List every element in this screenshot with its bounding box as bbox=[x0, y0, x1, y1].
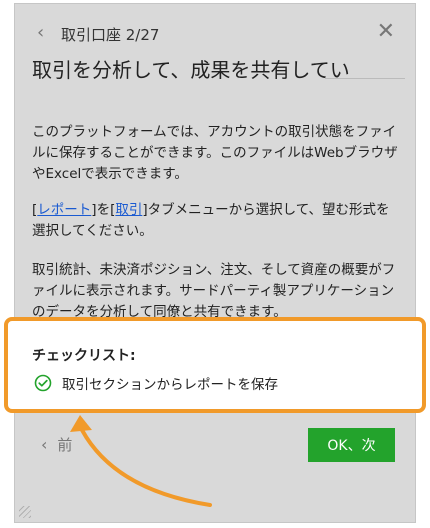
chevron-left-icon: ‹ bbox=[41, 435, 48, 454]
resize-grip[interactable] bbox=[19, 506, 31, 518]
close-icon[interactable]: ✕ bbox=[377, 20, 395, 44]
title-divider bbox=[325, 78, 405, 79]
paragraph-intro: このプラットフォームでは、アカウントの取引状態をファイルに保存することができます… bbox=[32, 124, 398, 182]
trade-link[interactable]: 取引 bbox=[115, 202, 142, 218]
paragraph-text: を bbox=[96, 202, 111, 218]
chevron-left-icon[interactable]: ‹ bbox=[37, 22, 44, 44]
checklist-panel: チェックリスト: 取引セクションからレポートを保存 bbox=[4, 317, 426, 413]
checklist-title: チェックリスト: bbox=[32, 348, 136, 364]
report-link[interactable]: レポート bbox=[37, 202, 91, 218]
dialog-title: 取引を分析して、成果を共有してい bbox=[32, 58, 350, 82]
checklist-item-label: 取引セクションからレポートを保存 bbox=[62, 377, 278, 393]
checklist-item: 取引セクションからレポートを保存 bbox=[34, 373, 278, 393]
dialog-header: ‹ 取引口座 2/27 ✕ bbox=[15, 18, 415, 52]
ok-next-button[interactable]: OK、次 bbox=[308, 428, 395, 462]
paragraph-instructions: [レポート]を[取引]タブメニューから選択して、望む形式を選択してください。 bbox=[32, 202, 390, 239]
back-button[interactable]: ‹ 前 bbox=[41, 434, 72, 455]
back-button-label: 前 bbox=[57, 436, 73, 454]
paragraph-details: 取引統計、未決済ポジション、注文、そして資産の概要がファイルに表示されます。サー… bbox=[32, 262, 396, 320]
step-counter: 取引口座 2/27 bbox=[61, 26, 160, 44]
tutorial-dialog: ‹ 取引口座 2/27 ✕ 取引を分析して、成果を共有してい このプラットフォー… bbox=[14, 3, 416, 523]
check-circle-icon bbox=[34, 374, 52, 392]
